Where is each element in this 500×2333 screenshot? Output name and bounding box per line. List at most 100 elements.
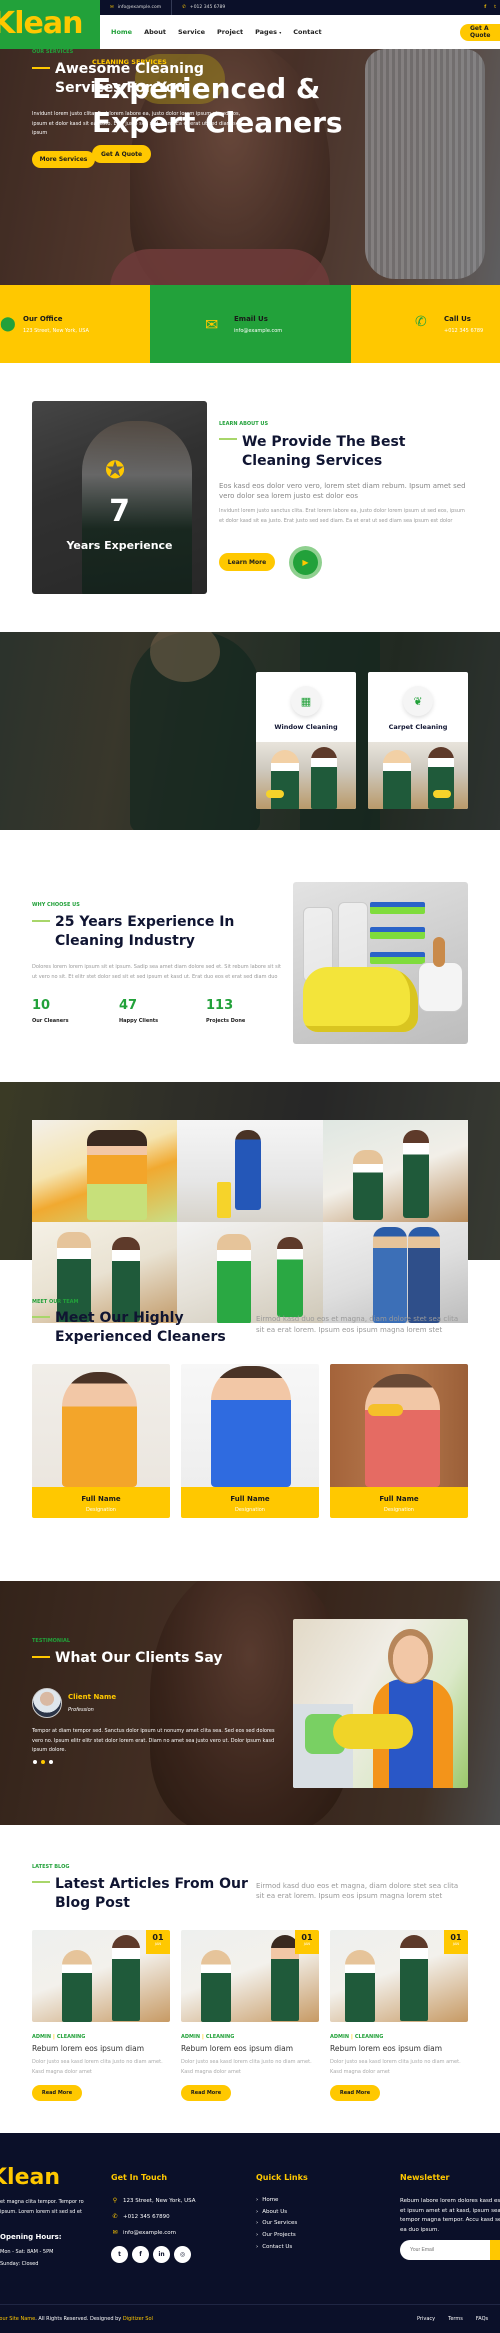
footer-phone: ✆ +012 345 67890 xyxy=(111,2213,169,2220)
facebook-icon[interactable]: f xyxy=(132,2246,149,2263)
blog-lead: Eirmod kasd duo eos et magna, diam dolor… xyxy=(256,1882,459,1900)
blog-post-image[interactable]: 01 JAN xyxy=(181,1930,319,2022)
chevron-right-icon: › xyxy=(256,2220,259,2227)
newsletter-submit-button[interactable] xyxy=(490,2240,500,2260)
stat-label: Projects Done xyxy=(206,1018,246,1024)
post-category[interactable]: CLEANING xyxy=(355,2034,383,2040)
play-video-button[interactable]: ▶ xyxy=(289,546,322,579)
post-date-badge: 01 JAN xyxy=(295,1930,319,1954)
post-title[interactable]: Rebum lorem eos ipsum diam xyxy=(32,2044,170,2053)
team-member-card[interactable]: Full Name Designation xyxy=(181,1364,319,1518)
team-member-photo xyxy=(32,1364,170,1487)
footer-divider xyxy=(0,2304,500,2305)
newsletter-email-input[interactable] xyxy=(400,2240,500,2260)
team-member-card[interactable]: Full Name Designation xyxy=(32,1364,170,1518)
post-meta: ADMIN | CLEANING xyxy=(330,2034,384,2040)
carousel-dot[interactable] xyxy=(33,1760,37,1764)
topbar-phone[interactable]: ✆ +012 345 6789 xyxy=(172,0,235,15)
contact-strip: ⬤ Our Office 123 Street, New York, USA ✉… xyxy=(0,285,500,363)
about-title: We Provide The Best Cleaning Services xyxy=(242,434,406,469)
nav-service[interactable]: Service xyxy=(178,28,205,36)
nav-pages[interactable]: Pages ▾ xyxy=(255,28,281,36)
team-collage xyxy=(32,1120,468,1323)
post-title[interactable]: Rebum lorem eos ipsum diam xyxy=(330,2044,468,2053)
terms-link[interactable]: Terms xyxy=(448,2316,463,2322)
read-more-button[interactable]: Read More xyxy=(32,2085,82,2101)
image-glove xyxy=(333,1714,413,1749)
faqs-link[interactable]: FAQs xyxy=(476,2316,488,2322)
topbar-email[interactable]: ✉ info@example.com xyxy=(100,0,171,15)
learn-more-button[interactable]: Learn More xyxy=(219,553,275,571)
call-value[interactable]: +012 345 6789 xyxy=(444,328,483,334)
designer-link[interactable]: Digitizer Sol xyxy=(123,2316,153,2322)
read-more-button[interactable]: Read More xyxy=(330,2085,380,2101)
post-day: 01 xyxy=(152,1933,164,1942)
post-category[interactable]: CLEANING xyxy=(57,2034,85,2040)
image-head xyxy=(388,1629,433,1684)
office-value: 123 Street, New York, USA xyxy=(23,328,89,334)
carousel-dot[interactable] xyxy=(49,1760,53,1764)
call-title: Call Us xyxy=(444,315,471,323)
quick-link-services[interactable]: › Our Services xyxy=(256,2220,297,2226)
stat-label: Happy Clients xyxy=(119,1018,159,1024)
footer-logo[interactable]: Klean xyxy=(0,2165,60,2190)
post-title[interactable]: Rebum lorem eos ipsum diam xyxy=(181,2044,319,2053)
header-quote-button[interactable]: Get A Quote xyxy=(460,23,500,41)
quick-link-projects[interactable]: › Our Projects xyxy=(256,2232,297,2238)
twitter-icon[interactable]: t xyxy=(111,2246,128,2263)
nav-home[interactable]: Home xyxy=(111,28,132,36)
post-author[interactable]: ADMIN xyxy=(330,2034,349,2040)
services-body: Invidunt lorem justo clita. Erat lorem l… xyxy=(32,111,242,136)
quick-link-home[interactable]: › Home xyxy=(256,2197,297,2203)
post-author[interactable]: ADMIN xyxy=(32,2034,51,2040)
privacy-link[interactable]: Privacy xyxy=(417,2316,435,2322)
caret-down-icon: ▾ xyxy=(279,30,282,35)
title-accent-line xyxy=(32,1316,50,1318)
nav-about[interactable]: About xyxy=(144,28,166,36)
quick-link-about[interactable]: › About Us xyxy=(256,2209,297,2215)
carousel-dot-active[interactable] xyxy=(41,1760,45,1764)
hero-quote-button[interactable]: Get A Quote xyxy=(92,145,151,163)
service-card-title: Carpet Cleaning xyxy=(388,723,448,731)
more-services-button[interactable]: More Services xyxy=(32,151,95,168)
stat-value: 47 xyxy=(119,998,138,1013)
linkedin-icon[interactable]: in xyxy=(153,2246,170,2263)
image-scoop xyxy=(433,937,445,967)
phone-icon: ✆ xyxy=(415,314,427,330)
facebook-icon[interactable]: f xyxy=(484,5,486,10)
read-more-button[interactable]: Read More xyxy=(181,2085,231,2101)
logo[interactable]: Klean xyxy=(0,6,83,41)
about-kicker: LEARN ABOUT US xyxy=(219,421,269,427)
service-card[interactable]: ❦ Carpet Cleaning xyxy=(368,672,468,809)
team-member-info: Full Name Designation xyxy=(181,1487,319,1518)
building-icon: ▦ xyxy=(291,686,321,716)
logo-block[interactable]: Klean xyxy=(0,0,100,49)
email-value[interactable]: info@example.com xyxy=(234,328,282,334)
blog-post-image[interactable]: 01 JAN xyxy=(330,1930,468,2022)
nav-contact[interactable]: Contact xyxy=(293,28,321,36)
twitter-icon[interactable]: t xyxy=(494,5,496,10)
post-author[interactable]: ADMIN xyxy=(181,2034,200,2040)
copyright-site-link[interactable]: Your Site Name xyxy=(0,2316,35,2322)
image-sponge xyxy=(370,952,425,964)
post-meta: ADMIN | CLEANING xyxy=(181,2034,235,2040)
quick-link-contact[interactable]: › Contact Us xyxy=(256,2244,297,2250)
blog-post-image[interactable]: 01 JAN xyxy=(32,1930,170,2022)
chevron-right-icon: › xyxy=(256,2243,259,2250)
why-title: 25 Years Experience In Cleaning Industry xyxy=(55,914,235,949)
footer-email-text[interactable]: info@example.com xyxy=(123,2230,176,2236)
post-category[interactable]: CLEANING xyxy=(206,2034,234,2040)
member-designation: Designation xyxy=(384,1507,414,1513)
instagram-icon[interactable]: ◎ xyxy=(174,2246,191,2263)
experience-label: Years Experience xyxy=(66,539,173,552)
nav-project[interactable]: Project xyxy=(217,28,243,36)
team-member-card[interactable]: Full Name Designation xyxy=(330,1364,468,1518)
phone-icon: ✆ xyxy=(112,2213,118,2220)
service-card[interactable]: ▦ Window Cleaning xyxy=(256,672,356,809)
image-sponge xyxy=(370,902,425,914)
chevron-right-icon: › xyxy=(256,2232,259,2239)
quick-link-label: Our Projects xyxy=(262,2232,296,2239)
newsletter-body: Rebum labore lorem dolores kasd est, et … xyxy=(400,2198,500,2233)
map-marker-icon: ⚲ xyxy=(112,2197,118,2204)
member-designation: Designation xyxy=(86,1507,116,1513)
